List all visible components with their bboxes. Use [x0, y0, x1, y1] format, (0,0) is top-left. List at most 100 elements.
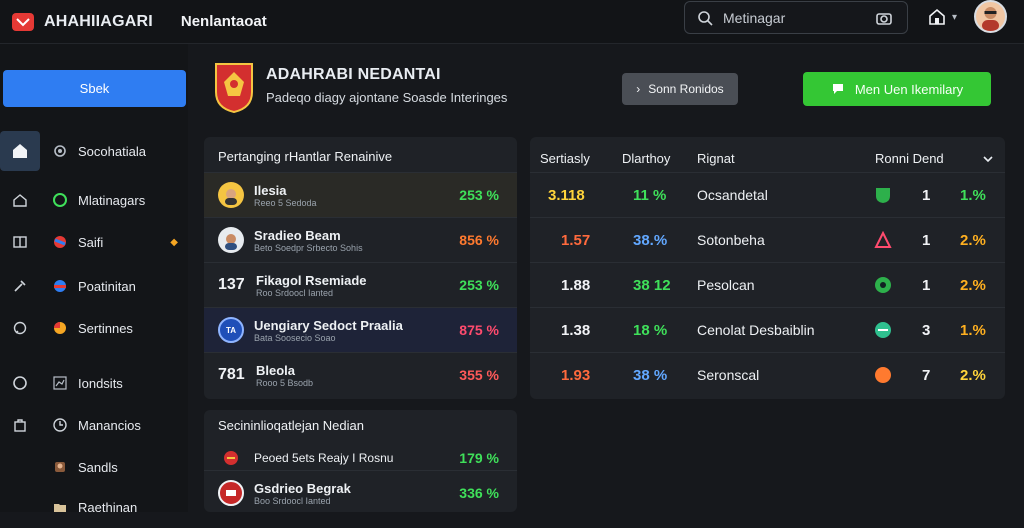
- sidebar-item-manancios[interactable]: Manancios: [0, 404, 188, 446]
- player-avatar: [218, 182, 244, 208]
- table-row[interactable]: 1.93 38 % Seronscal 7 2.%: [530, 352, 1005, 397]
- stats-panel: Sertiasly Dlarthoy Rignat Ronni Dend 3.1…: [530, 137, 1005, 399]
- sidebar-item-label: Raethinan: [78, 499, 138, 515]
- column-header[interactable]: Ronni Dend: [875, 151, 944, 166]
- table-row[interactable]: Gsdrieo Begrak Boo Srdoocl Ianted 336 %: [204, 470, 517, 515]
- row-name: Seronscal: [697, 367, 760, 383]
- row-percent: 355 %: [459, 367, 499, 383]
- sidebar-item-sandls[interactable]: Sandls: [0, 446, 188, 488]
- table-row[interactable]: 781 Bleola Rooo 5 Bsodb 355 %: [204, 352, 517, 397]
- flag-icon: [54, 236, 66, 248]
- green-circle-icon: [53, 193, 67, 207]
- secondary-panel: Secininlioqatlejan Nedian Peoed 5ets Rea…: [204, 410, 517, 512]
- sidebar-primary-button[interactable]: Sbek: [3, 70, 186, 107]
- row-rank: 1: [922, 276, 931, 294]
- row-rank: 1: [922, 186, 931, 204]
- row-rank: 137: [218, 276, 245, 293]
- sidebar-item-iondsits[interactable]: Iondsits: [0, 362, 188, 404]
- row-rank: 781: [218, 366, 245, 383]
- sidebar-item-label: Poatinitan: [78, 278, 136, 294]
- ranking-panel: Pertanging rHantlar Renainive Ilesia Ree…: [204, 137, 517, 399]
- ball-icon: [54, 322, 66, 334]
- row-name: Gsdrieo Begrak: [254, 480, 351, 496]
- column-header[interactable]: Sertiasly: [540, 151, 590, 166]
- search-icon: [698, 10, 713, 26]
- brand[interactable]: AHAHIIAGARI: [12, 12, 153, 31]
- home-icon: [13, 144, 27, 158]
- table-row[interactable]: 137 Fikagol Rsemiade Roo Srdoocl Ianted …: [204, 262, 517, 307]
- row-subtitle: Roo Srdoocl Ianted: [256, 287, 334, 298]
- search-box[interactable]: [684, 1, 908, 34]
- row-value: 1.57: [561, 231, 591, 249]
- team-badge-icon: [874, 231, 892, 248]
- row-change: 38.%: [633, 231, 668, 249]
- row-rank: 7: [922, 366, 931, 384]
- circle-icon: [13, 376, 27, 390]
- row-value: 1.38: [561, 321, 591, 339]
- secondary-button[interactable]: › Sonn Ronidos: [622, 73, 738, 105]
- row-change: 11 %: [633, 186, 667, 204]
- chevron-down-icon[interactable]: [982, 153, 994, 165]
- row-value: 3.118: [548, 186, 585, 204]
- settings-icon: [54, 145, 66, 157]
- sidebar-item-saifi[interactable]: Saifi ◆: [0, 221, 188, 263]
- sidebar-item-label: Manancios: [78, 417, 141, 433]
- row-percent: 1.%: [960, 186, 986, 204]
- team-badge-icon: [875, 277, 891, 293]
- team-badge-icon: [875, 322, 891, 338]
- table-row[interactable]: 1.57 38.% Sotonbeha 1 2.%: [530, 217, 1005, 262]
- row-percent: 179 %: [459, 449, 499, 466]
- table-row[interactable]: 1.38 18 % Cenolat Desbaiblin 3 1.%: [530, 307, 1005, 352]
- row-name: Cenolat Desbaiblin: [697, 322, 815, 338]
- top-bar: AHAHIIAGARI Nenlantaoat ▾: [0, 0, 1024, 44]
- camera-icon[interactable]: [875, 9, 893, 27]
- avatar[interactable]: [974, 0, 1007, 33]
- column-header[interactable]: Dlarthoy: [622, 151, 670, 166]
- top-actions: ▾: [928, 8, 957, 26]
- column-header[interactable]: Rignat: [697, 151, 735, 166]
- row-percent: 336 %: [459, 485, 499, 501]
- chart-icon: [53, 376, 67, 390]
- row-name: Pesolcan: [697, 277, 755, 293]
- team-badge-icon: TA: [218, 317, 244, 343]
- row-name: Sradieo Beam: [254, 227, 341, 243]
- sidebar-item-label: Saifi: [78, 234, 104, 250]
- search-input[interactable]: [721, 8, 871, 27]
- team-badge-icon: [876, 188, 890, 203]
- row-change: 38 12: [633, 276, 671, 294]
- row-change: 38 %: [633, 366, 668, 384]
- player-avatar: [218, 227, 244, 253]
- row-percent: 253 %: [459, 187, 499, 203]
- primary-action-button[interactable]: Men Uen Ikemilary: [803, 72, 991, 106]
- row-rank: 3: [922, 321, 931, 339]
- table-row[interactable]: Ilesia Reeo 5 Sedoda 253 %: [204, 172, 517, 217]
- outline-home-icon: [13, 194, 27, 207]
- table-row[interactable]: Sradieo Beam Beto Soedpr Srbecto Sohis 8…: [204, 217, 517, 262]
- sidebar-item-mlatinagars[interactable]: Mlatinagars: [0, 179, 188, 221]
- sidebar-item-raethinan[interactable]: Raethinan: [0, 486, 188, 528]
- ranking-panel-title: Pertanging rHantlar Renainive: [218, 149, 393, 164]
- row-name: Sotonbeha: [697, 232, 765, 248]
- table-row[interactable]: TA Uengiary Sedoct Praalia Bata Soosecio…: [204, 307, 517, 352]
- row-value: 1.93: [561, 366, 591, 384]
- row-name: Peoed 5ets Reajy I Rosnu: [254, 450, 394, 465]
- row-subtitle: Reeo 5 Sedoda: [254, 197, 317, 208]
- sidebar-item-poatinitan[interactable]: Poatinitan: [0, 265, 188, 307]
- book-icon: [13, 236, 27, 248]
- secondary-panel-title: Secininlioqatlejan Nedian: [218, 418, 364, 433]
- club-crest-icon: [215, 63, 253, 114]
- bag-icon: [14, 419, 26, 432]
- sidebar-item-socohatiala[interactable]: Socohatiala: [0, 130, 188, 172]
- home-icon[interactable]: [928, 8, 946, 26]
- row-percent: 875 %: [459, 322, 499, 338]
- table-row[interactable]: 1.88 38 12 Pesolcan 1 2.%: [530, 262, 1005, 307]
- sidebar-item-label: Iondsits: [78, 375, 123, 391]
- user-icon: [55, 462, 65, 472]
- chevron-down-icon[interactable]: ▾: [952, 12, 957, 23]
- sidebar: Sbek Socohatiala Mlatinagars Saifi ◆ Poa…: [0, 44, 188, 515]
- sidebar-item-sertinnes[interactable]: Sertinnes: [0, 307, 188, 349]
- row-percent: 2.%: [960, 276, 986, 294]
- row-subtitle: Rooo 5 Bsodb: [256, 377, 314, 388]
- chevron-right-icon: ›: [636, 82, 641, 96]
- table-row[interactable]: 3.118 11 % Ocsandetal 1 1.%: [530, 172, 1005, 217]
